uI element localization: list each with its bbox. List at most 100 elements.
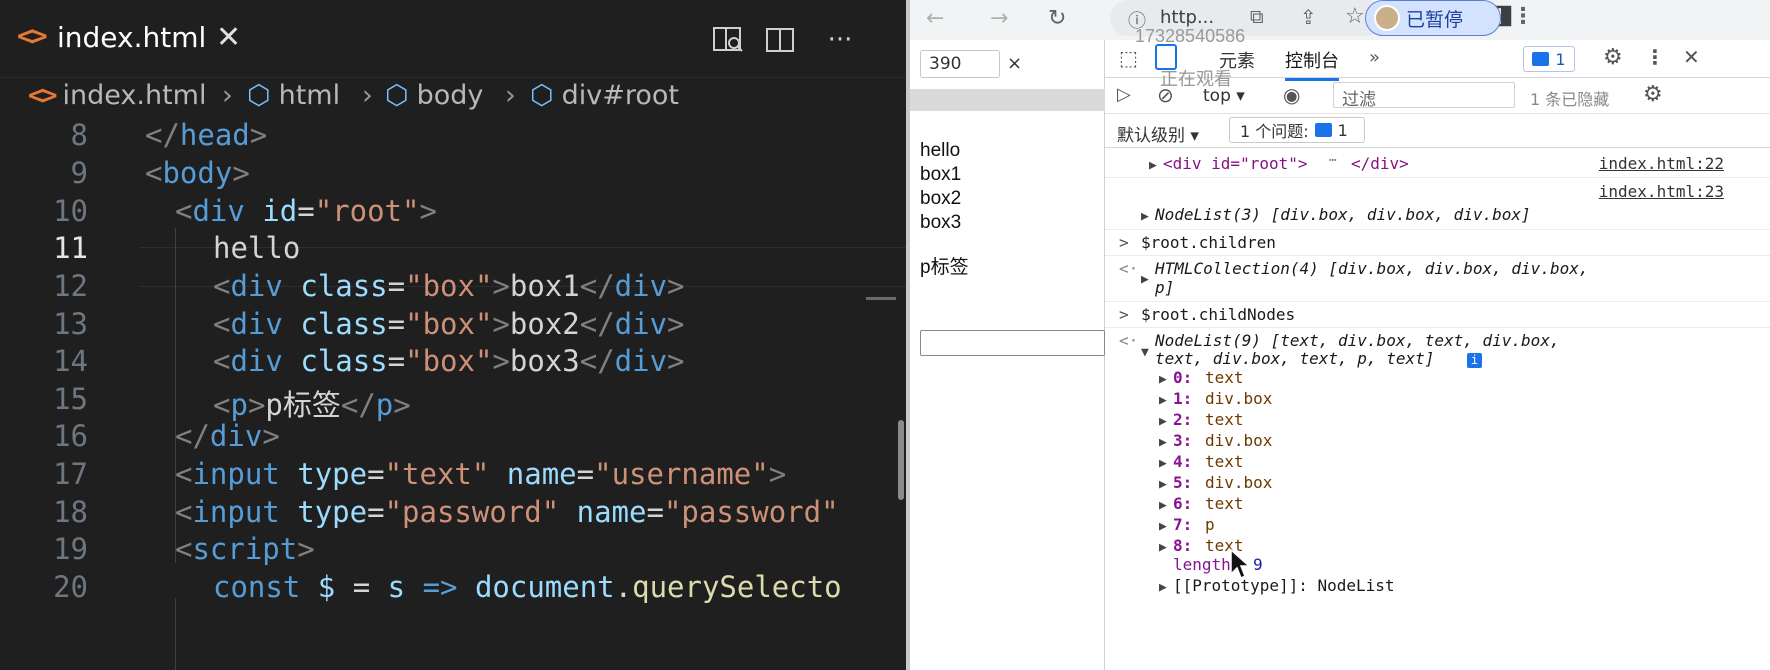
info-icon[interactable]: i <box>1467 349 1482 368</box>
nodelist-entry-key[interactable]: 8: <box>1173 536 1192 555</box>
prototype-entry[interactable]: [[Prototype]]: NodeList <box>1173 576 1395 595</box>
editor-tab-bar: <> index.html ✕ ··· <box>0 0 906 78</box>
split-editor-icon[interactable] <box>760 20 800 60</box>
reload-icon[interactable]: ↻ <box>1048 6 1066 31</box>
sidebar-toggle-icon[interactable]: ▷ <box>1117 84 1131 105</box>
browser-menu-icon[interactable]: ⋮ <box>1512 4 1534 29</box>
dimension-x-icon: × <box>1007 53 1023 74</box>
nodelist-entry-key[interactable]: 1: <box>1173 389 1192 408</box>
more-tabs-icon[interactable]: » <box>1369 47 1380 68</box>
source-link[interactable]: index.html:23 <box>1599 182 1724 201</box>
console-nodelist9[interactable]: NodeList(9) [text, div.box, text, div.bo… <box>1155 331 1560 350</box>
issues-badge[interactable]: 1 <box>1523 46 1575 72</box>
context-label: top <box>1203 86 1231 106</box>
bookmark-star-icon[interactable]: ☆ <box>1345 4 1365 29</box>
code-line: </head> <box>145 118 268 152</box>
devtools-menu-icon[interactable]: ⋮ <box>1645 45 1665 69</box>
nodelist-entry-value: div.box <box>1205 389 1273 408</box>
media-query-bar[interactable] <box>910 89 1105 111</box>
console-element-end: </div> <box>1351 154 1409 173</box>
element-cube-icon: ⬡ <box>385 80 409 111</box>
back-icon[interactable]: ← <box>926 6 944 31</box>
settings-gear-icon[interactable]: ⚙ <box>1603 45 1623 70</box>
breadcrumb-html[interactable]: ⬡ html <box>247 80 340 111</box>
browser-window: ← → ↻ ⓘ http... ⧉ ⇪ ☆ ✱ 已暂停 ⋮ 390 × hell… <box>910 0 1770 670</box>
console-nodelist[interactable]: NodeList(3) [div.box, div.box, div.box] <box>1155 205 1531 224</box>
expand-arrow-icon[interactable]: ▶ <box>1159 576 1167 595</box>
expand-arrow-icon[interactable]: ▶ <box>1159 389 1167 408</box>
expand-arrow-icon[interactable]: ▶ <box>1159 473 1167 492</box>
expand-arrow-icon[interactable]: ▶ <box>1159 536 1167 555</box>
context-selector[interactable]: top ▾ <box>1203 86 1245 106</box>
nodelist-entry-value: div.box <box>1205 431 1273 450</box>
code-line: <div class="box">box1</div> <box>213 269 685 303</box>
nodelist-entry-value: text <box>1205 368 1244 387</box>
inspect-element-icon[interactable]: ⬚ <box>1119 46 1138 70</box>
nodelist-entry-key[interactable]: 2: <box>1173 410 1192 429</box>
preview-text: hello <box>920 140 961 161</box>
editor-scrollbar[interactable] <box>898 420 904 500</box>
nodelist-entry-key[interactable]: 5: <box>1173 473 1192 492</box>
viewport-width-input[interactable]: 390 <box>920 50 1000 78</box>
ellipsis-badge[interactable]: ⋯ <box>1329 153 1337 168</box>
live-expression-eye-icon[interactable]: ◉ <box>1283 83 1300 107</box>
page-preview: 390 × hello box1 box2 box3 p标签 <box>910 40 1105 670</box>
preview-text: box1 <box>920 164 962 185</box>
issues-button[interactable]: 1 个问题: 1 <box>1229 117 1365 143</box>
expand-arrow-icon[interactable]: ▶ <box>1149 154 1157 173</box>
source-link[interactable]: index.html:22 <box>1599 154 1724 173</box>
nodelist-entry-key[interactable]: 6: <box>1173 494 1192 513</box>
expand-arrow-icon[interactable]: ▶ <box>1159 431 1167 450</box>
translate-icon[interactable]: ⧉ <box>1250 6 1264 28</box>
expand-arrow-icon[interactable]: ▶ <box>1159 494 1167 513</box>
breadcrumb-label: index.html <box>62 80 207 111</box>
nodelist-entry-key[interactable]: 4: <box>1173 452 1192 471</box>
console-input-row: > $root.children <box>1105 230 1770 256</box>
html-file-icon: <> <box>17 19 48 52</box>
expand-arrow-icon[interactable]: ▶ <box>1141 268 1149 287</box>
close-tab-icon[interactable]: ✕ <box>216 20 241 55</box>
forward-icon[interactable]: → <box>990 6 1008 31</box>
profile-paused-button[interactable]: 已暂停 <box>1365 0 1501 36</box>
breadcrumb-body[interactable]: ⬡ body <box>385 80 483 111</box>
line-number: 8 <box>70 118 88 152</box>
clear-console-icon[interactable]: ⊘ <box>1157 83 1174 107</box>
more-actions-icon[interactable]: ··· <box>820 20 860 60</box>
nodelist-entry-key[interactable]: 7: <box>1173 515 1192 534</box>
log-level-dropdown[interactable]: 默认级别 ▾ <box>1117 121 1199 146</box>
indent-guide <box>175 598 176 670</box>
username-input-preview[interactable] <box>920 330 1105 356</box>
issues-label: 1 个问题: <box>1240 122 1309 141</box>
nodelist-entry-key[interactable]: 3: <box>1173 431 1192 450</box>
expand-arrow-icon[interactable]: ▶ <box>1141 205 1149 224</box>
console-settings-gear-icon[interactable]: ⚙ <box>1643 82 1663 107</box>
code-area[interactable]: 8 9 10 11 12 13 14 15 16 17 18 19 20 </h… <box>0 118 906 670</box>
chevron-right-icon: › <box>505 80 516 111</box>
console-filter-input[interactable]: 过滤 <box>1333 82 1515 110</box>
editor-tab-title[interactable]: index.html <box>57 21 206 54</box>
code-line: <div class="box">box3</div> <box>213 344 685 378</box>
expand-arrow-icon[interactable]: ▶ <box>1159 452 1167 471</box>
console-element[interactable]: <div id="root"> <box>1163 154 1308 173</box>
expand-arrow-icon[interactable]: ▶ <box>1159 410 1167 429</box>
expand-arrow-icon[interactable]: ▶ <box>1159 368 1167 387</box>
hidden-messages-count: 1 条已隐藏 <box>1530 90 1610 109</box>
console-htmlcollection[interactable]: HTMLCollection(4) [div.box, div.box, div… <box>1155 259 1588 278</box>
breadcrumb-div-root[interactable]: ⬡ div#root <box>530 80 679 111</box>
collapse-arrow-icon[interactable]: ▼ <box>1141 341 1149 360</box>
code-line: <body> <box>145 156 250 190</box>
console-command: $root.childNodes <box>1141 305 1296 324</box>
expand-arrow-icon[interactable]: ▶ <box>1159 515 1167 534</box>
line-number: 16 <box>53 419 88 453</box>
line-number: 17 <box>53 457 88 491</box>
open-preview-icon[interactable] <box>708 20 748 60</box>
issues-count: 1 <box>1337 120 1348 140</box>
tab-console[interactable]: 控制台 <box>1285 47 1339 81</box>
console-input-row: > $root.childNodes <box>1105 302 1770 328</box>
nodelist-entry-key[interactable]: 0: <box>1173 368 1192 387</box>
close-devtools-icon[interactable]: ✕ <box>1683 45 1700 69</box>
preview-paragraph: p标签 <box>920 257 969 278</box>
share-icon[interactable]: ⇪ <box>1300 5 1317 29</box>
breadcrumb-file[interactable]: <> index.html <box>28 80 206 111</box>
code-line: </div> <box>175 419 280 453</box>
